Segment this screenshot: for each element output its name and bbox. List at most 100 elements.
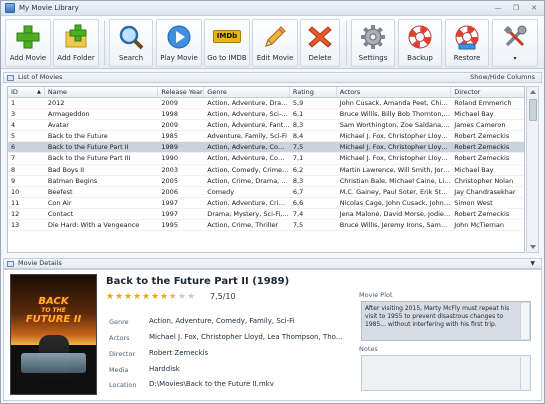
notes-textarea[interactable] [361, 355, 531, 391]
grid-scrollbar[interactable] [526, 86, 539, 253]
poster-title-line3: FUTURE II [25, 314, 82, 325]
movie-grid: ID ▲ Name Release Year Genre Rating Actor… [7, 86, 525, 253]
cell-rating: 7,4 [292, 209, 304, 218]
cell-actors: John Cusack, Amanda Peet, Chiw... [339, 99, 452, 107]
column-header-id[interactable]: ID ▲ [8, 87, 45, 97]
add-folder-button[interactable]: Add Folder [53, 19, 99, 67]
column-header-director[interactable]: Director [451, 87, 524, 97]
movie-poster: BACK TO THE FUTURE II [10, 274, 97, 395]
edit-movie-button[interactable]: Edit Movie [252, 19, 298, 67]
delete-button[interactable]: Delete [300, 19, 340, 67]
table-row[interactable]: 12 Contact 1997 Drama, Mystery, Sci-Fi, ...… [8, 209, 524, 221]
director-value: Robert Zemeckis [149, 349, 209, 357]
table-row[interactable]: 11 Con Air 1997 Action, Adventure, Crim... 6… [8, 198, 524, 209]
toolbar-separator [346, 21, 347, 65]
play-movie-button[interactable]: Play Movie [156, 19, 202, 67]
maximize-icon[interactable]: ❐ [510, 3, 522, 13]
cell-director: Robert Zemeckis [454, 154, 510, 163]
cell-genre: Comedy [207, 187, 235, 196]
cell-name: Avatar [47, 121, 69, 130]
cell-actors: Martin Lawrence, Will Smith, Jordi... [339, 165, 452, 174]
search-button[interactable]: Search [109, 19, 153, 67]
media-value: Harddisk [149, 365, 180, 373]
column-header-rating[interactable]: Rating [290, 87, 337, 97]
cell-release-year: 2009 [161, 99, 178, 107]
table-row[interactable]: 7 Back to the Future Part III 1990 Action, … [8, 153, 524, 165]
show-hide-columns-link[interactable]: Show/Hide Columns [470, 73, 535, 82]
collapse-chevron-icon[interactable]: ▼ [530, 259, 535, 268]
panel-icon [7, 75, 14, 81]
cell-name: Batman Begins [47, 176, 98, 185]
backup-button[interactable]: Backup [398, 19, 442, 67]
notes-scrollbar[interactable] [520, 357, 529, 389]
details-panel-title: Movie Details [18, 259, 62, 267]
cell-actors: Michael J. Fox, Christopher Lloyd, ... [339, 143, 452, 152]
cell-release-year: 2003 [161, 165, 178, 174]
star-icon: ★ [160, 292, 169, 302]
go-to-imdb-button[interactable]: IMDb Go to IMDB [204, 19, 250, 67]
cell-release-year: 1989 [161, 143, 178, 152]
cell-genre: Action, Adventure, Crim... [207, 198, 290, 207]
scroll-up-icon[interactable] [530, 90, 536, 94]
cell-rating: 7,1 [292, 154, 304, 163]
actors-value: Michael J. Fox, Christopher Lloyd, Lea T… [149, 333, 343, 341]
cell-id: 13 [11, 221, 20, 230]
cell-rating: 6,2 [292, 165, 304, 174]
cell-name: Back to the Future Part II [47, 143, 129, 152]
cell-release-year: 1997 [161, 198, 178, 207]
scroll-down-icon[interactable] [530, 245, 536, 249]
cell-actors: M.C. Gainey, Paul Soter, Erik Stolh... [339, 187, 452, 196]
table-row[interactable]: 5 Back to the Future 1985 Adventure, Family… [8, 131, 524, 143]
star-icon: ★ [142, 292, 151, 302]
cell-release-year: 1995 [161, 221, 178, 230]
cell-director: Simon West [454, 198, 493, 207]
settings-button[interactable]: Settings [351, 19, 395, 67]
plot-scrollbar[interactable] [520, 303, 529, 339]
table-row[interactable]: 13 Die Hard: With a Vengeance 1995 Action, … [8, 220, 524, 232]
go-to-imdb-label: Go to IMDB [207, 54, 247, 62]
magnifier-icon [119, 25, 144, 50]
table-row[interactable]: 8 Bad Boys II 2003 Action, Comedy, Crime,..… [8, 165, 524, 176]
search-label: Search [118, 54, 144, 62]
cell-director: James Cameron [454, 121, 506, 130]
cell-id: 11 [11, 198, 20, 207]
column-header-genre[interactable]: Genre [204, 87, 290, 97]
tools-icon [503, 25, 527, 47]
cell-actors: Bruce Willis, Jeremy Irons, Samuel... [339, 221, 452, 230]
restore-button[interactable]: Restore [445, 19, 489, 67]
cell-genre: Drama, Mystery, Sci-Fi, ... [207, 209, 290, 218]
settings-label: Settings [358, 54, 388, 62]
tools-button[interactable]: ▾ [492, 19, 538, 67]
star-icon: ★ [106, 292, 115, 302]
cell-name: 2012 [47, 99, 65, 107]
rating-stars: ★ ★ ★ ★ ★ ★ ★ ★ ★ ★ [106, 292, 195, 302]
plus-icon [16, 25, 40, 49]
close-icon[interactable]: ✕ [528, 3, 540, 13]
genre-value: Action, Adventure, Comedy, Family, Sci-F… [149, 317, 295, 325]
table-row[interactable]: 4 Avatar 2009 Action, Adventure, Fant... 8,3… [8, 120, 524, 132]
cell-id: 5 [11, 132, 16, 141]
minimize-icon[interactable]: — [492, 3, 504, 13]
lifebuoy-icon [408, 25, 432, 49]
column-header-release-year[interactable]: Release Year [158, 87, 205, 97]
table-row[interactable]: 3 Armageddon 1998 Action, Adventure, Sci-F.… [8, 109, 524, 121]
cell-release-year: 2009 [161, 121, 178, 130]
table-row[interactable]: 1 2012 2009 Action, Adventure, Dra... 5,9 Joh… [8, 98, 524, 110]
location-value: D:\Movies\Back to the Future II.mkv [149, 380, 274, 388]
table-row[interactable]: 10 Beefest 2006 Comedy 6,7 M.C. Gainey, Paul … [8, 187, 524, 198]
column-header-actors[interactable]: Actors [337, 87, 452, 97]
delete-x-icon [308, 26, 332, 48]
movie-plot-label: Movie Plot [359, 291, 393, 299]
movie-plot-box[interactable]: After visiting 2015, Marty McFly must re… [361, 301, 531, 341]
table-row[interactable]: 9 Batman Begins 2005 Action, Crime, Drama, … [8, 176, 524, 187]
cell-rating: 6,6 [292, 198, 304, 207]
cell-name: Contact [47, 209, 74, 218]
table-row[interactable]: 6 Back to the Future Part II 1989 Action, A… [8, 142, 524, 154]
scrollbar-thumb[interactable] [529, 99, 537, 121]
cell-rating: 8,4 [292, 132, 304, 141]
add-movie-button[interactable]: Add Movie [5, 19, 51, 67]
poster-title-line1: BACK [38, 296, 69, 307]
column-header-name[interactable]: Name [45, 87, 159, 97]
details-panel-header: Movie Details ▼ [3, 258, 542, 269]
star-icon: ★ [151, 292, 160, 302]
